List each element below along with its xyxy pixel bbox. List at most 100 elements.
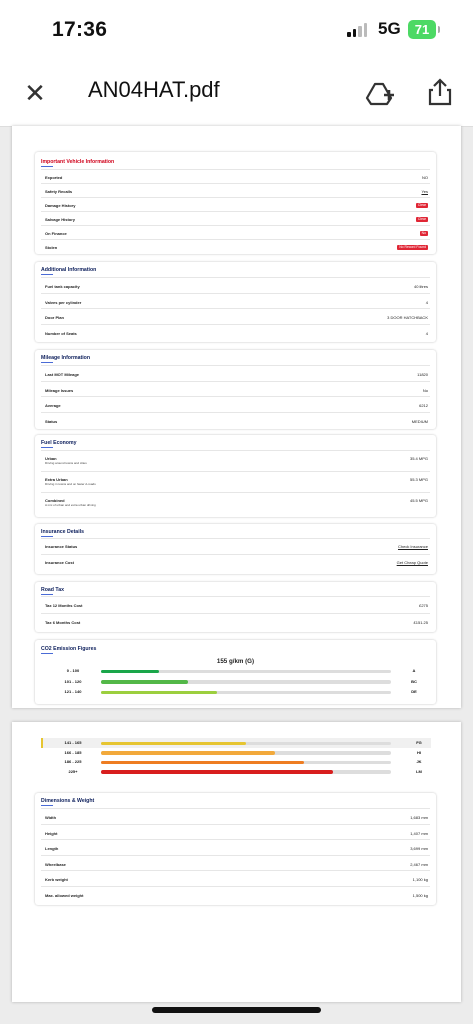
dimensions-card: Dimensions & Weight Width 1,683 mm Height 1…	[35, 793, 436, 905]
co2-band: 166 - 185 HI	[43, 750, 433, 757]
road-tax-heading: Road Tax	[41, 587, 64, 595]
fuel-economy-card: Fuel Economy Urban Driving around towns a…	[35, 435, 436, 517]
mileage-info-card: Mileage Information Last MOT Mileage 1182…	[35, 350, 436, 429]
dimensions-row: Height 1,407 mm	[41, 823, 430, 841]
row-label: Exported	[45, 175, 63, 180]
co2-band-grade: HI	[417, 749, 421, 755]
row-value: £275	[419, 603, 428, 608]
row-value: 3 DOOR HATCHBACK	[387, 315, 428, 320]
co2-band: 121 - 140 DE	[43, 689, 428, 696]
row-label: Safety Recalls	[45, 189, 73, 194]
additional-row: Valves per cylinder 4	[41, 292, 430, 310]
dimensions-row: Max. allowed weight 1,500 kg	[41, 885, 430, 903]
viewer-toolbar: ✕ AN04HAT.pdf	[0, 60, 473, 127]
dimensions-row: Width 1,683 mm	[41, 808, 430, 825]
row-sublabel: Driving in towns and on faster A-roads	[45, 482, 96, 486]
co2-band-range: 101 - 120	[64, 678, 82, 684]
co2-band: 101 - 120 BC	[43, 679, 428, 686]
co2-band: 186 - 225 JK	[43, 759, 433, 766]
co2-band: 0 - 100 A	[43, 668, 428, 675]
row-label: Door Plan	[45, 315, 64, 320]
co2-band-range: 186 - 225	[64, 759, 82, 764]
row-label: Damage History	[45, 203, 76, 208]
row-value: 1,100 kg	[412, 877, 428, 882]
row-label: Max. allowed weight	[45, 892, 84, 898]
row-label: Width	[45, 815, 57, 820]
row-value: 35.4 MPG	[409, 455, 428, 461]
status-badge: Clear	[415, 216, 428, 222]
status-badge: No	[419, 230, 428, 236]
co2-band-grade: A	[412, 668, 416, 673]
pdf-page-1: Important Vehicle Information Exported NO…	[12, 126, 461, 708]
row-label: Average	[45, 403, 61, 408]
dimensions-heading: Dimensions & Weight	[41, 798, 95, 806]
mileage-row: Status MEDIUM	[41, 411, 430, 429]
row-label: Insurance Status	[45, 544, 78, 549]
co2-band: 141 - 165 FG	[43, 740, 433, 747]
row-label: Number of Seats	[45, 330, 77, 336]
share-icon[interactable]	[424, 76, 456, 108]
co2-band-grade: LM	[416, 768, 422, 774]
dimensions-row: Wheelbase 2,467 mm	[41, 854, 430, 872]
co2-band-bar	[101, 680, 188, 684]
row-sublabel: Driving around towns and cities	[45, 461, 87, 465]
row-link[interactable]: Get Cheap Quote	[397, 560, 428, 565]
row-label: Status	[45, 418, 58, 424]
battery-icon: 71	[408, 20, 440, 39]
important-row: Safety Recalls Yes	[41, 183, 430, 198]
status-bar: 17:36 5G 71	[0, 0, 473, 60]
row-value: NO	[422, 174, 428, 180]
row-label: Insurance Cost	[45, 560, 74, 565]
row-label: Valves per cylinder	[45, 299, 82, 305]
mileage-row: Average 6212	[41, 396, 430, 413]
mileage-row: Mileage Issues No	[41, 380, 430, 398]
additional-row: Door Plan 3 DOOR HATCHBACK	[41, 308, 430, 325]
co2-band-bar	[101, 741, 246, 745]
co2-band-range: 121 - 140	[64, 689, 82, 694]
co2-band-bar	[101, 760, 304, 764]
row-label: Last MOT Mileage	[45, 372, 80, 377]
co2-band-range: 166 - 185	[64, 749, 82, 755]
co2-band-bar	[101, 669, 159, 673]
add-to-drive-icon[interactable]	[365, 76, 397, 108]
home-indicator[interactable]	[152, 1007, 321, 1013]
row-value: 3,699 mm	[410, 846, 428, 851]
mileage-heading: Mileage Information	[41, 355, 90, 363]
co2-band-grade: JK	[416, 759, 422, 764]
row-value: 6212	[419, 403, 428, 408]
row-value: 4	[425, 299, 428, 305]
row-value: 1,500 kg	[412, 892, 428, 898]
dimensions-row: Length 3,699 mm	[41, 839, 430, 856]
row-value: 2,467 mm	[410, 861, 428, 867]
additional-heading: Additional Information	[41, 267, 97, 275]
additional-row: Fuel tank capacity 40 litres	[41, 277, 430, 294]
row-label: Tax 12 Months Cost	[45, 603, 83, 608]
additional-info-card: Additional Information Fuel tank capacit…	[35, 262, 436, 342]
important-heading: Important Vehicle Information	[41, 159, 115, 167]
fuel-row: Combined A mix of urban and extra urban d…	[41, 492, 430, 514]
row-label: Salvage History	[45, 217, 76, 222]
close-icon[interactable]: ✕	[22, 78, 48, 109]
co2-band-grade: DE	[411, 689, 417, 694]
pdf-page-2: 141 - 165 FG 166 - 185 HI 186 - 225 JK 225+ LM …	[12, 722, 461, 1002]
co2-band-range: 141 - 165	[64, 740, 82, 745]
row-link[interactable]: Check Insurance	[398, 544, 428, 549]
co2-figure: 155 g/km (G)	[216, 658, 255, 665]
row-value: 40 litres	[413, 284, 428, 289]
row-value: 11820	[417, 372, 428, 377]
fuel-heading: Fuel Economy	[41, 440, 77, 448]
row-value: MEDIUM	[411, 418, 428, 424]
row-label: Mileage Issues	[45, 387, 74, 393]
important-row: Salvage History Clear	[41, 211, 430, 226]
dimensions-row: Kerb weight 1,100 kg	[41, 870, 430, 887]
row-label: Kerb weight	[45, 877, 68, 882]
row-value: Yes	[421, 188, 428, 194]
important-row: Damage History Clear	[41, 197, 430, 212]
important-row: Exported NO	[41, 169, 430, 184]
row-label: Wheelbase	[45, 861, 66, 867]
row-sublabel: A mix of urban and extra urban driving	[45, 503, 96, 507]
fuel-row: Urban Driving around towns and cities 35.4…	[41, 450, 430, 472]
important-row: On Finance No	[41, 225, 430, 240]
status-time: 17:36	[52, 18, 108, 41]
roadtax-row: Tax 12 Months Cost £275	[41, 596, 430, 614]
